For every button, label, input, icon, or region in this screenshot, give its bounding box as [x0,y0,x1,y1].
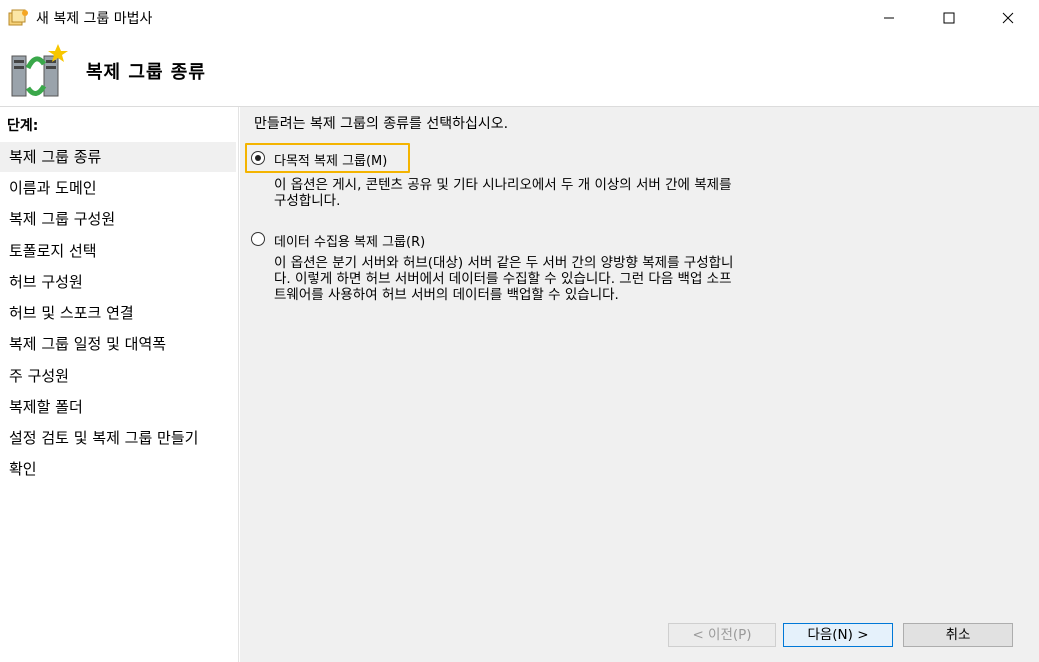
data-collection-label[interactable]: 데이터 수집용 복제 그룹(R) [274,231,425,250]
step-item-review[interactable]: 설정 검토 및 복제 그룹 만들기 [0,423,236,453]
steps-heading: 단계: [7,118,39,134]
previous-button[interactable]: < 이전(P) [668,623,776,647]
wizard-header: 복제 그룹 종류 [0,36,1039,107]
window-title: 새 복제 그룹 마법사 [36,11,153,27]
step-item-replication-group-type[interactable]: 복제 그룹 종류 [0,142,236,172]
replication-group-icon [6,42,70,104]
description-line: 트웨어를 사용하여 허브 서버의 데이터를 백업할 수 있습니다. [274,287,619,303]
steps-sidebar: 단계: 복제 그룹 종류 이름과 도메인 복제 그룹 구성원 토폴로지 선택 허… [0,107,239,662]
step-item-topology[interactable]: 토폴로지 선택 [0,236,236,266]
maximize-button[interactable] [926,0,972,36]
cancel-button[interactable]: 취소 [903,623,1013,647]
step-item-schedule-bandwidth[interactable]: 복제 그룹 일정 및 대역폭 [0,329,236,359]
multipurpose-radio[interactable] [251,151,265,165]
next-button[interactable]: 다음(N) > [783,623,893,647]
description-line: 이 옵션은 분기 서버와 허브(대상) 서버 같은 두 서버 간의 양방향 복제… [274,255,734,271]
description-line: 구성합니다. [274,193,341,209]
main-panel: 만들려는 복제 그룹의 종류를 선택하십시오. 다목적 복제 그룹(M) 이 옵… [240,107,1039,662]
step-item-folders[interactable]: 복제할 폴더 [0,392,236,422]
minimize-button[interactable] [866,0,912,36]
step-item-confirmation[interactable]: 확인 [0,454,236,484]
multipurpose-label[interactable]: 다목적 복제 그룹(M) [274,150,387,169]
title-bar: 새 복제 그룹 마법사 [0,0,1039,36]
step-item-hub-spoke[interactable]: 허브 및 스포크 연결 [0,298,236,328]
wizard-app-icon [8,7,30,27]
step-item-group-members[interactable]: 복제 그룹 구성원 [0,204,236,234]
description-line: 다. 이렇게 하면 허브 서버에서 데이터를 수집할 수 있습니다. 그런 다음… [274,271,732,287]
page-title: 복제 그룹 종류 [86,62,206,83]
step-item-name-domain[interactable]: 이름과 도메인 [0,173,236,203]
close-button[interactable] [985,0,1031,36]
data-collection-description: 이 옵션은 분기 서버와 허브(대상) 서버 같은 두 서버 간의 양방향 복제… [274,255,834,303]
step-item-primary-member[interactable]: 주 구성원 [0,361,236,391]
multipurpose-description: 이 옵션은 게시, 콘텐츠 공유 및 기타 시나리오에서 두 개 이상의 서버 … [274,177,834,209]
data-collection-radio[interactable] [251,232,265,246]
description-line: 이 옵션은 게시, 콘텐츠 공유 및 기타 시나리오에서 두 개 이상의 서버 … [274,177,732,193]
step-item-hub-members[interactable]: 허브 구성원 [0,267,236,297]
instruction-text: 만들려는 복제 그룹의 종류를 선택하십시오. [254,116,509,132]
